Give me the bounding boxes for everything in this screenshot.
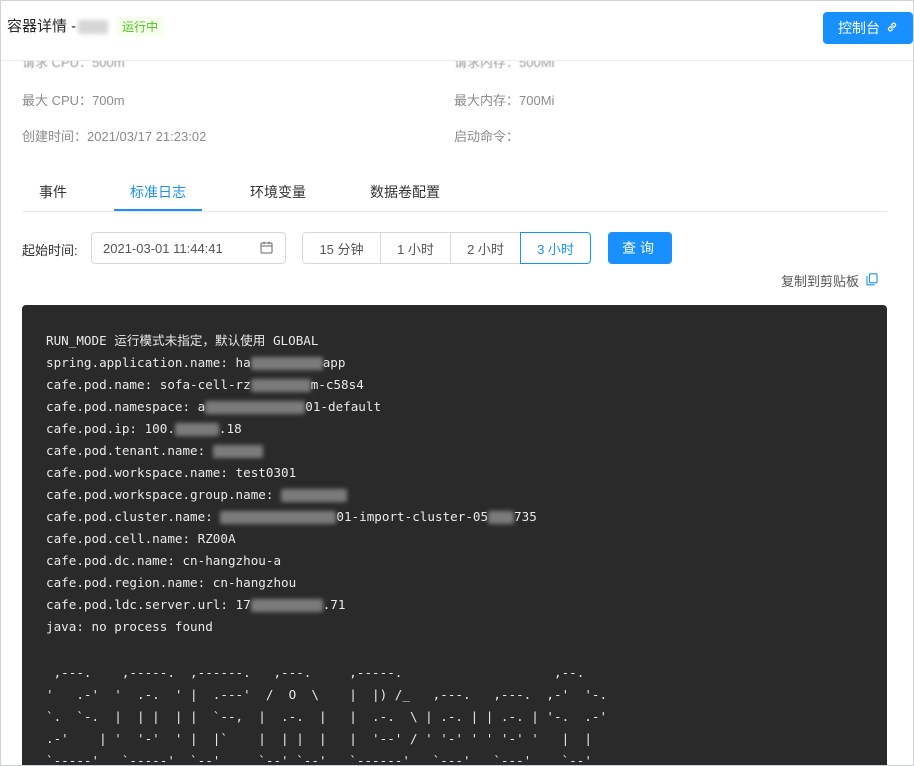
redacted-text	[250, 357, 323, 370]
created-time-value: 2021/03/17 21:23:02	[87, 129, 207, 144]
banner-line: ,---. ,-----. ,------. ,---. ,-----. ,--…	[46, 665, 585, 680]
start-time-input[interactable]	[91, 232, 286, 264]
request-memory: 请求内存：500Mi	[454, 61, 555, 70]
request-cpu: 请求 CPU：500m	[22, 61, 125, 70]
page-title: 容器详情 - 运行中	[7, 15, 165, 37]
log-line: cafe.pod.ip: 100. .18	[46, 421, 242, 436]
log-lines: RUN_MODE 运行模式未指定，默认使用 GLOBAL spring.appl…	[46, 330, 537, 638]
banner-line: `. `-. | | | | | `--, | .-. | | .-. \ | …	[46, 709, 608, 724]
log-line: cafe.pod.cell.name: RZ00A	[46, 531, 236, 546]
banner-line: ' .-' ' .-. ' | .---' / O \ | |) /_ ,---…	[46, 687, 608, 702]
log-line: cafe.pod.dc.name: cn-hangzhou-a	[46, 553, 282, 568]
page-title-text: 容器详情 -	[7, 18, 77, 35]
range-15-min-button[interactable]: 15 分钟	[302, 232, 381, 264]
copy-icon	[866, 272, 878, 289]
tab-volume-config[interactable]: 数据卷配置	[370, 182, 440, 202]
created-time: 创建时间：2021/03/17 21:23:02	[22, 126, 206, 145]
console-button-label: 控制台	[838, 20, 880, 36]
container-detail-panel: 容器详情 - 运行中 控制台 请求 CPU：500m 请求内存：500Mi 最大 …	[0, 0, 914, 766]
log-line: cafe.pod.name: sofa-cell-rz m-c58s4	[46, 377, 364, 392]
log-line: cafe.pod.ldc.server.url: 17.71	[46, 597, 346, 612]
redacted-text	[488, 511, 515, 524]
redacted-text	[250, 599, 323, 612]
log-console[interactable]: RUN_MODE 运行模式未指定，默认使用 GLOBAL spring.appl…	[22, 305, 887, 766]
log-line: cafe.pod.region.name: cn-hangzhou	[46, 575, 297, 590]
redacted-text	[212, 445, 263, 458]
log-line: java: no process found	[46, 619, 213, 634]
range-1-hour-button[interactable]: 1 小时	[380, 232, 451, 264]
log-line: RUN_MODE 运行模式未指定，默认使用 GLOBAL	[46, 333, 319, 348]
log-line: cafe.pod.namespace: a 01-default	[46, 399, 382, 414]
range-2-hour-button[interactable]: 2 小时	[450, 232, 521, 264]
redacted-text	[174, 423, 219, 436]
active-tab-indicator	[114, 209, 202, 211]
start-time-label: 起始时间:	[22, 243, 78, 258]
redacted-text	[220, 511, 337, 524]
copy-to-clipboard-link[interactable]: 复制到剪贴板	[781, 271, 878, 290]
redacted-text	[281, 489, 348, 502]
max-cpu: 最大 CPU：700m	[22, 90, 125, 109]
calendar-icon[interactable]	[260, 241, 273, 254]
tab-standard-log[interactable]: 标准日志	[130, 182, 186, 202]
max-memory-label: 最大内存：	[454, 93, 520, 108]
status-badge: 运行中	[116, 16, 165, 36]
start-command-label: 启动命令：	[454, 129, 520, 144]
banner-line: `-----' `-----' `--' `--' `--' `------' …	[46, 753, 592, 766]
console-button[interactable]: 控制台	[823, 12, 913, 44]
page-header: 容器详情 - 运行中 控制台	[1, 1, 913, 61]
redacted-text	[250, 379, 311, 392]
redacted-container-name	[78, 20, 109, 35]
copy-label: 复制到剪贴板	[781, 274, 860, 289]
ascii-banner: ,---. ,-----. ,------. ,---. ,-----. ,--…	[46, 662, 608, 766]
max-cpu-value: 700m	[92, 93, 125, 108]
log-line: cafe.pod.cluster.name: 01-import-cluster…	[46, 509, 537, 524]
query-button[interactable]: 查询	[608, 232, 672, 264]
redacted-text	[205, 401, 306, 414]
clipped-request-row: 请求 CPU：500m 请求内存：500Mi	[1, 61, 913, 70]
range-3-hour-button[interactable]: 3 小时	[520, 232, 591, 264]
log-line: cafe.pod.workspace.name: test0301	[46, 465, 297, 480]
max-cpu-label: 最大 CPU：	[22, 93, 93, 108]
tab-env-vars[interactable]: 环境变量	[250, 182, 306, 202]
start-command: 启动命令：	[454, 126, 519, 145]
log-line: cafe.pod.tenant.name:	[46, 440, 537, 462]
max-memory-value: 700Mi	[519, 93, 555, 108]
log-line: spring.application.name: ha app	[46, 355, 346, 370]
tab-events[interactable]: 事件	[39, 182, 67, 202]
time-range-group: 15 分钟 1 小时 2 小时 3 小时	[302, 232, 591, 264]
detail-tabs: 事件 标准日志 环境变量 数据卷配置	[22, 175, 887, 212]
log-line: cafe.pod.workspace.group.name:	[46, 484, 537, 506]
max-memory: 最大内存：700Mi	[454, 90, 554, 109]
created-time-label: 创建时间：	[22, 129, 88, 144]
link-icon	[886, 20, 898, 36]
banner-line: .-' | ' '-' ' | |` | | | | | '--' / ' '-…	[46, 731, 592, 746]
